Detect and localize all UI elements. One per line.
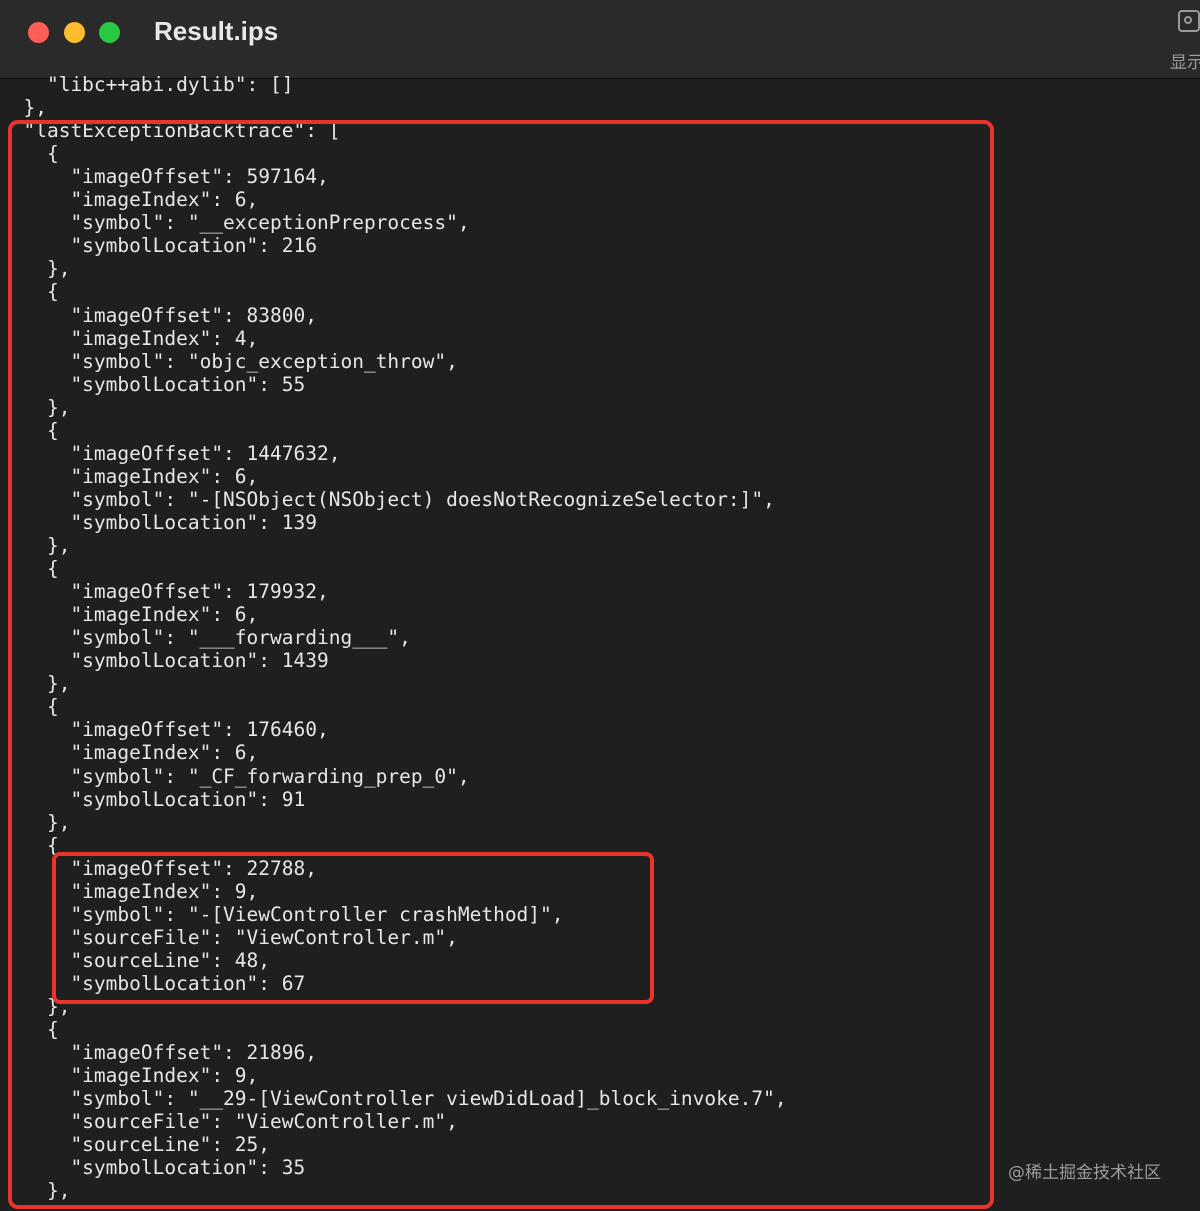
code-line: { bbox=[0, 833, 59, 857]
code-line: "sourceLine": 25, bbox=[0, 1133, 271, 1157]
code-line: "symbol": "_CF_forwarding_prep_0", bbox=[0, 764, 470, 788]
code-line: "symbolLocation": 1439 bbox=[0, 649, 329, 673]
code-line: { bbox=[0, 695, 59, 719]
window-titlebar: Result.ips 显示 bbox=[0, 0, 1200, 79]
code-line: "lastExceptionBacktrace": [ bbox=[0, 119, 341, 143]
code-line: "imageIndex": 9, bbox=[0, 879, 259, 903]
code-line: "symbolLocation": 55 bbox=[0, 372, 306, 396]
minimize-window-button[interactable] bbox=[64, 22, 85, 43]
code-line: "sourceFile": "ViewController.m", bbox=[0, 925, 458, 949]
code-line: "sourceFile": "ViewController.m", bbox=[0, 1110, 458, 1134]
code-line: "symbolLocation": 216 bbox=[0, 234, 317, 258]
code-line: "symbol": "___forwarding___", bbox=[0, 626, 411, 650]
code-line: "symbol": "-[ViewController crashMethod]… bbox=[0, 902, 564, 926]
code-line: "imageIndex": 6, bbox=[0, 741, 259, 765]
code-line: "symbolLocation": 67 bbox=[0, 971, 306, 995]
code-line: }, bbox=[0, 1179, 71, 1203]
watermark: @稀土掘金技术社区 bbox=[1008, 1163, 1161, 1183]
code-line: "imageIndex": 9, bbox=[0, 1064, 259, 1088]
code-line: { bbox=[0, 142, 59, 166]
show-icon[interactable] bbox=[1178, 10, 1200, 32]
zoom-window-button[interactable] bbox=[99, 22, 120, 43]
code-line: "symbol": "objc_exception_throw", bbox=[0, 349, 458, 373]
code-line: { bbox=[0, 1018, 59, 1042]
code-line: "sourceLine": 48, bbox=[0, 948, 271, 972]
code-line: "imageOffset": 83800, bbox=[0, 303, 317, 327]
code-line: "symbol": "-[NSObject(NSObject) doesNotR… bbox=[0, 487, 775, 511]
code-line: "imageOffset": 179932, bbox=[0, 580, 329, 604]
code-line: "libc++abi.dylib": [] bbox=[0, 73, 294, 96]
code-line: "symbol": "__exceptionPreprocess", bbox=[0, 211, 470, 235]
code-line: "imageIndex": 4, bbox=[0, 326, 259, 350]
close-window-button[interactable] bbox=[28, 22, 49, 43]
code-line: "symbolLocation": 35 bbox=[0, 1156, 306, 1180]
code-line: "imageOffset": 22788, bbox=[0, 856, 317, 880]
show-button-label[interactable]: 显示 bbox=[1170, 48, 1200, 73]
code-line: }, bbox=[0, 395, 71, 419]
code-line: { bbox=[0, 280, 59, 304]
code-line: "imageIndex": 6, bbox=[0, 603, 259, 627]
code-line: { bbox=[0, 557, 59, 581]
code-line: "symbolLocation": 139 bbox=[0, 510, 317, 534]
code-line: }, bbox=[0, 995, 71, 1018]
code-line: }, bbox=[0, 96, 47, 120]
code-view[interactable]: "libc++abi.dylib": [] }, "lastExceptionB… bbox=[0, 73, 1200, 1211]
code-line: "imageOffset": 1447632, bbox=[0, 441, 341, 465]
code-line: }, bbox=[0, 672, 71, 696]
code-line: "symbol": "__29-[ViewController viewDidL… bbox=[0, 1087, 787, 1111]
code-line: "symbolLocation": 91 bbox=[0, 787, 306, 811]
code-line: "imageIndex": 6, bbox=[0, 464, 259, 488]
code-line: }, bbox=[0, 810, 71, 834]
code-line: "imageOffset": 597164, bbox=[0, 165, 329, 189]
code-line: }, bbox=[0, 257, 71, 281]
code-line: "imageIndex": 6, bbox=[0, 188, 259, 212]
window-title: Result.ips bbox=[154, 16, 279, 46]
code-line: "imageOffset": 176460, bbox=[0, 718, 329, 742]
code-line: }, bbox=[0, 534, 71, 557]
code-line: { bbox=[0, 418, 59, 442]
code-line: "imageOffset": 21896, bbox=[0, 1041, 317, 1065]
